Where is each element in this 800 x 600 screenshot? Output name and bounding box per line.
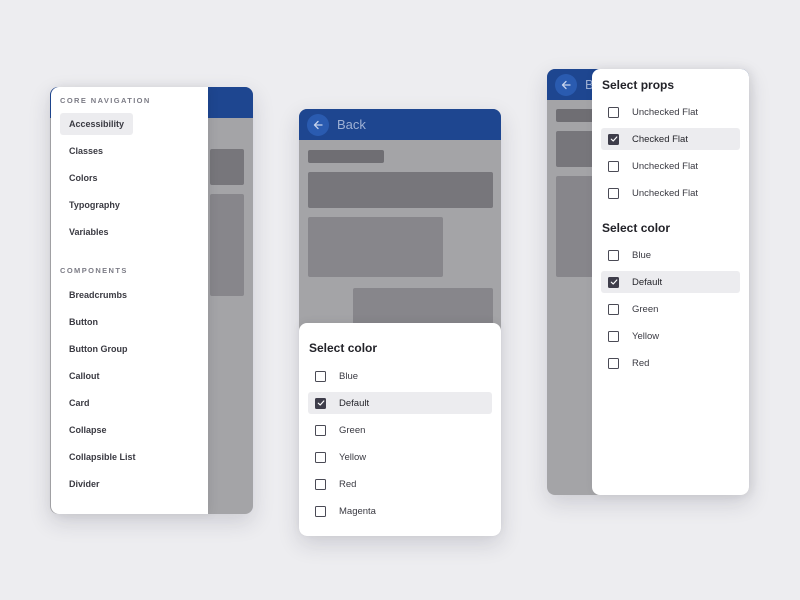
checkbox[interactable]	[608, 160, 619, 172]
option-label: Checked Flat	[632, 133, 688, 145]
option-yellow[interactable]: Yellow	[601, 325, 740, 347]
option-magenta[interactable]: Magenta	[308, 500, 492, 522]
sheet-title: Select color	[309, 341, 378, 355]
section-label-components: COMPONENTS	[60, 266, 128, 275]
option-checked-flat[interactable]: Checked Flat	[601, 128, 740, 150]
checkbox[interactable]	[315, 424, 326, 436]
checkbox-checked[interactable]	[315, 397, 326, 409]
option-label: Red	[339, 478, 357, 490]
check-icon	[610, 279, 617, 285]
arrow-left-icon	[561, 80, 571, 89]
navigation-drawer: CORE NAVIGATION Accessibility Classes Co…	[51, 87, 208, 514]
option-red[interactable]: Red	[308, 473, 492, 495]
skeleton-block	[308, 150, 384, 163]
nav-item-variables[interactable]: Variables	[60, 221, 118, 243]
checkbox[interactable]	[315, 505, 326, 517]
checkbox[interactable]	[315, 478, 326, 490]
nav-item-button-group[interactable]: Button Group	[60, 338, 136, 360]
option-default[interactable]: Default	[308, 392, 492, 414]
checkbox[interactable]	[315, 451, 326, 463]
app-bar: Back	[299, 109, 501, 140]
option-label: Yellow	[339, 451, 367, 463]
nav-item-classes[interactable]: Classes	[60, 140, 112, 162]
nav-item-card[interactable]: Card	[60, 392, 99, 414]
option-label: Blue	[632, 249, 652, 261]
option-label: Default	[632, 276, 663, 288]
nav-item-collapse[interactable]: Collapse	[60, 419, 116, 441]
skeleton-block	[210, 194, 244, 296]
option-green[interactable]: Green	[601, 298, 740, 320]
option-label: Unchecked Flat	[632, 106, 699, 118]
nav-item-accessibility[interactable]: Accessibility	[60, 113, 134, 135]
back-button[interactable]	[555, 73, 577, 96]
option-label: Unchecked Flat	[632, 160, 699, 172]
check-icon	[610, 136, 617, 142]
section-label-core-navigation: CORE NAVIGATION	[60, 96, 151, 105]
nav-item-colors[interactable]: Colors	[60, 167, 107, 189]
option-unchecked-flat-1[interactable]: Unchecked Flat	[601, 101, 740, 123]
bottom-sheet: Select color Blue Default Green Yellow R…	[299, 323, 501, 536]
option-unchecked-flat-3[interactable]: Unchecked Flat	[601, 182, 740, 204]
option-label: Green	[339, 424, 366, 436]
option-red[interactable]: Red	[601, 352, 740, 374]
option-blue[interactable]: Blue	[601, 244, 740, 266]
option-label: Default	[339, 397, 370, 409]
checkbox[interactable]	[608, 357, 619, 369]
option-default[interactable]: Default	[601, 271, 740, 293]
option-label: Green	[632, 303, 659, 315]
nav-item-collapsible-list[interactable]: Collapsible List	[60, 446, 145, 468]
arrow-left-icon	[313, 120, 323, 129]
checkbox-checked[interactable]	[608, 133, 619, 145]
skeleton-block	[308, 172, 493, 208]
nav-item-typography[interactable]: Typography	[60, 194, 129, 216]
option-unchecked-flat-2[interactable]: Unchecked Flat	[601, 155, 740, 177]
option-label: Blue	[339, 370, 359, 382]
nav-item-callout[interactable]: Callout	[60, 365, 109, 387]
group-title-color: Select color	[602, 221, 671, 235]
option-label: Red	[632, 357, 650, 369]
option-label: Magenta	[339, 505, 376, 517]
checkbox[interactable]	[608, 330, 619, 342]
checkbox[interactable]	[608, 303, 619, 315]
checkbox[interactable]	[315, 370, 326, 382]
group-title-props: Select props	[602, 78, 675, 92]
skeleton-block	[353, 288, 493, 328]
option-blue[interactable]: Blue	[308, 365, 492, 387]
checkbox[interactable]	[608, 106, 619, 118]
props-drawer: Select props Unchecked Flat Checked Flat…	[592, 69, 749, 495]
option-label: Unchecked Flat	[632, 187, 699, 199]
checkbox-checked[interactable]	[608, 276, 619, 288]
nav-item-divider[interactable]: Divider	[60, 473, 109, 495]
skeleton-block	[210, 149, 244, 185]
skeleton-block	[308, 217, 443, 277]
back-button[interactable]	[307, 113, 329, 136]
checkbox[interactable]	[608, 187, 619, 199]
option-yellow[interactable]: Yellow	[308, 446, 492, 468]
option-green[interactable]: Green	[308, 419, 492, 441]
nav-item-button[interactable]: Button	[60, 311, 107, 333]
back-label[interactable]: Back	[337, 117, 366, 132]
nav-item-breadcrumbs[interactable]: Breadcrumbs	[60, 284, 136, 306]
checkbox[interactable]	[608, 249, 619, 261]
option-label: Yellow	[632, 330, 660, 342]
check-icon	[317, 400, 324, 406]
